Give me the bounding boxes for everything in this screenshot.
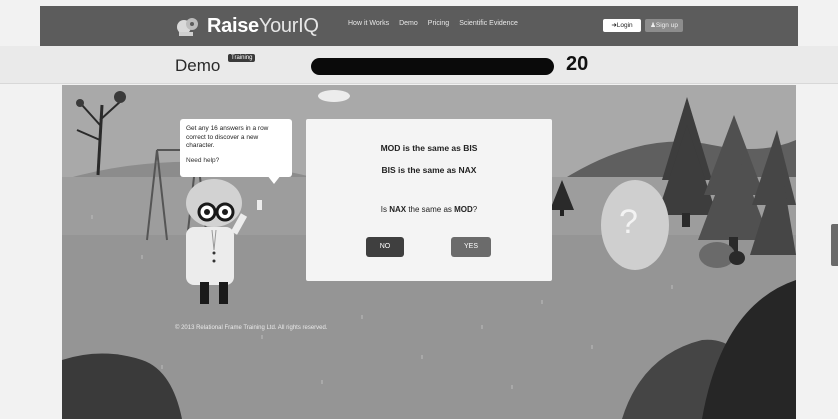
top-navigation-bar: RaiseYourIQ How it Works Demo Pricing Sc… xyxy=(40,6,798,46)
brain-gear-icon xyxy=(177,18,198,36)
demo-header: Demo Training 20 xyxy=(0,46,838,84)
logo-text-raise: Raise xyxy=(207,14,259,37)
login-button[interactable]: ➜Login xyxy=(603,19,641,32)
score-counter: 20 xyxy=(566,53,589,75)
question-card: MOD is the same as BIS BIS is the same a… xyxy=(306,119,552,281)
game-scene: Get any 16 answers in a row correct to d… xyxy=(62,85,796,419)
signup-button[interactable]: ♟Sign up xyxy=(645,19,683,32)
nav-demo[interactable]: Demo xyxy=(399,20,418,27)
login-label: Login xyxy=(616,22,633,29)
copyright-text: © 2013 Relational Frame Training Ltd. Al… xyxy=(175,325,328,331)
training-badge: Training xyxy=(228,54,256,62)
logo[interactable]: RaiseYourIQ xyxy=(175,13,319,39)
speech-bubble-tail xyxy=(267,175,281,184)
nav-how-it-works[interactable]: How it Works xyxy=(348,20,389,27)
logo-text-youriq: YourIQ xyxy=(258,14,319,37)
nav-pricing[interactable]: Pricing xyxy=(428,20,449,27)
signup-label: Sign up xyxy=(655,22,678,29)
premise-1: MOD is the same as BIS xyxy=(380,143,478,153)
hint-speech-bubble: Get any 16 answers in a row correct to d… xyxy=(180,119,292,177)
hint-text: Get any 16 answers in a row correct to d… xyxy=(186,125,269,149)
nav-scientific-evidence[interactable]: Scientific Evidence xyxy=(459,20,518,27)
question-middle: the same as xyxy=(406,205,455,214)
question-term-1: NAX xyxy=(389,205,407,214)
question-text: Is NAX the same as MOD? xyxy=(306,205,552,214)
progress-bar xyxy=(311,58,554,75)
premise-2: BIS is the same as NAX xyxy=(381,165,477,175)
question-prefix: Is xyxy=(380,205,390,214)
side-feedback-tab[interactable] xyxy=(831,224,838,266)
question-term-2: MOD xyxy=(454,205,473,214)
question-suffix: ? xyxy=(472,205,478,214)
page-title: Demo xyxy=(175,56,221,75)
main-nav: How it Works Demo Pricing Scientific Evi… xyxy=(348,20,518,27)
page: RaiseYourIQ How it Works Demo Pricing Sc… xyxy=(0,0,838,419)
yes-button[interactable]: YES xyxy=(451,237,491,257)
mystery-egg-question-mark: ? xyxy=(619,203,638,241)
need-help-link[interactable]: Need help? xyxy=(186,157,286,166)
no-button[interactable]: NO xyxy=(366,237,404,257)
